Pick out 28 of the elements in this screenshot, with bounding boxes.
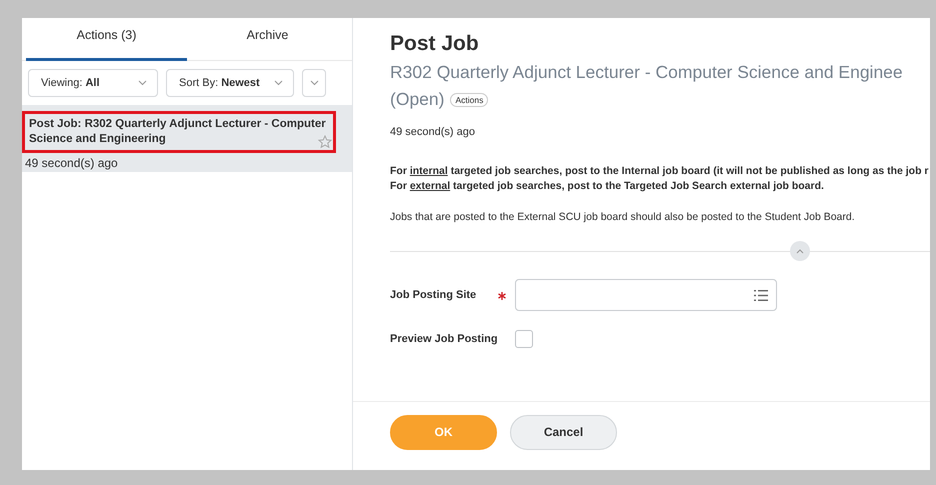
inbox-item[interactable]: Post Job: R302 Quarterly Adjunct Lecturer - Computer Science and Engineering 49 second(s) ago bbox=[22, 105, 352, 172]
note-text: Jobs that are posted to the External SCU job board should also be posted to the Student Job Board. bbox=[390, 211, 855, 223]
item-time: 49 second(s) ago bbox=[24, 156, 119, 170]
actions-button[interactable]: Actions bbox=[450, 92, 488, 106]
tab[interactable]: Archive bbox=[187, 18, 348, 61]
page-title: Post Job bbox=[390, 32, 479, 56]
instruction-text: For external targeted job searches, post to the Targeted Job Search external job board. bbox=[390, 179, 824, 194]
instruction-text: For internal targeted job searches, post to the Internal job board (it will not be published as long as the job r bbox=[390, 164, 928, 179]
status-text: (Open) bbox=[390, 89, 444, 110]
chevron-icon bbox=[138, 80, 147, 86]
options-dropdown[interactable] bbox=[302, 69, 326, 97]
list-icon bbox=[754, 290, 768, 300]
field-label: Job Posting Site bbox=[390, 289, 478, 301]
item-title: Post Job: R302 Quarterly Adjunct Lecturer - Computer Science and Engineering bbox=[22, 111, 336, 153]
star-icon[interactable] bbox=[318, 135, 332, 149]
prompt-field[interactable] bbox=[515, 279, 777, 311]
cancel-button[interactable]: Cancel bbox=[510, 414, 617, 450]
job-title: R302 Quarterly Adjunct Lecturer - Computer Science and Enginee bbox=[390, 62, 903, 83]
chevron-icon bbox=[274, 80, 283, 86]
checkbox[interactable] bbox=[515, 330, 533, 348]
time-ago: 49 second(s) ago bbox=[390, 126, 475, 138]
chevron-icon bbox=[310, 80, 318, 86]
collapse-button[interactable] bbox=[790, 241, 810, 261]
chevron-icon bbox=[796, 248, 804, 254]
field-label: Preview Job Posting bbox=[390, 333, 498, 345]
tab[interactable]: Actions (3) bbox=[26, 18, 187, 61]
filter-dropdown[interactable]: Sort By: Newest bbox=[166, 69, 294, 97]
filter-dropdown[interactable]: Viewing: All bbox=[28, 69, 158, 97]
